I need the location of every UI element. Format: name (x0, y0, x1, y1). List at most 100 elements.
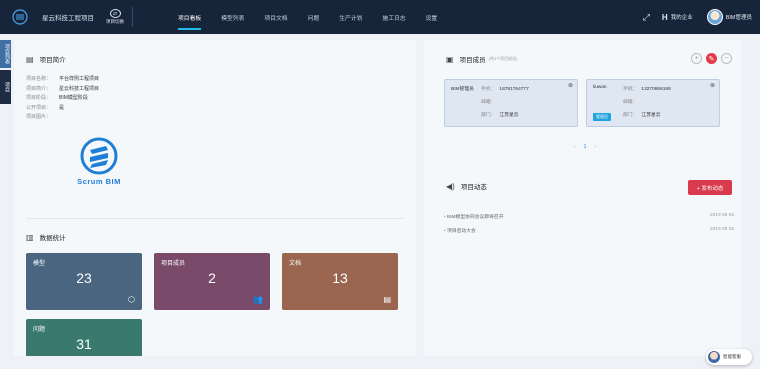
field-key: 部门： (481, 113, 496, 118)
field-value: 江苏星云 (641, 113, 661, 118)
bar-chart-icon: ▥ (26, 232, 34, 242)
side-tabs: 项目列表 项目 (0, 40, 11, 104)
left-panel: ▤ 项目简介 项目名称： 平台样例工程项目 项目简介： 星云科技工程项目 项目阶段：… (14, 40, 416, 356)
remove-member-button[interactable]: − (721, 53, 732, 64)
info-row: 项目阶段： BIM模型阶段 (26, 93, 99, 103)
info-row: 项目简介： 星云科技工程项目 (26, 84, 99, 94)
divider (26, 218, 404, 219)
next-page-icon[interactable]: › (594, 144, 596, 150)
brand-name: Scrum BIM (77, 177, 121, 186)
nav-settings[interactable]: 设置 (416, 0, 448, 34)
customer-service-button[interactable]: 智能客服 (706, 349, 752, 365)
field-key: 邮箱： (623, 100, 638, 105)
stats-header: ▥ 数据统计 (26, 232, 66, 243)
edit-member-button[interactable]: ✎ (706, 53, 717, 64)
scrum-bim-logo-icon (80, 137, 118, 175)
news-title: 项目动态 (460, 184, 487, 191)
app-logo[interactable] (6, 3, 34, 31)
intro-header: ▤ 项目简介 (26, 54, 66, 65)
info-value: BIM模型阶段 (59, 95, 88, 102)
stat-value: 31 (76, 336, 92, 352)
prev-page-icon[interactable]: ‹ (574, 144, 576, 150)
user-menu[interactable]: BIM管理员 (706, 9, 752, 25)
nav-issues[interactable]: 问题 (298, 0, 330, 34)
users-icon: 👥 (253, 295, 263, 304)
member-email: 邮箱： (623, 98, 641, 105)
nav-documents[interactable]: 项目文档 (254, 0, 297, 34)
stat-label: 项目成员 (161, 261, 186, 267)
helper-label: 智能客服 (723, 354, 741, 359)
stats-title: 数据统计 (39, 235, 66, 242)
field-value: 18781764777 (499, 87, 529, 92)
stat-label: 文档 (289, 261, 302, 267)
members-title: 项目成员 (459, 57, 486, 64)
info-key: 公开项目： (26, 104, 52, 111)
stat-card-members[interactable]: 项目成员 2 👥 (154, 253, 270, 310)
side-tab-project[interactable]: 项目 (0, 70, 11, 104)
member-phone: 手机： 18781764777 (481, 85, 529, 92)
nav-models[interactable]: 模型列表 (211, 0, 254, 34)
divider (132, 7, 133, 27)
info-row: 项目名称： 平台样例工程项目 (26, 74, 99, 84)
member-dept: 部门： 江苏星云 (623, 111, 661, 118)
info-key: 项目名称： (26, 76, 52, 83)
switch-icon: ⇄ (109, 9, 121, 18)
contact-card-icon: ▣ (446, 54, 454, 64)
info-value: 平台样例工程项目 (59, 76, 100, 83)
speaker-icon: ◀) (446, 181, 455, 191)
close-icon[interactable]: ⊗ (710, 82, 715, 89)
field-key: 邮箱： (481, 100, 496, 105)
stat-label: 问题 (33, 327, 46, 333)
member-controls: + ✎ − (687, 53, 732, 64)
info-key: 项目简介： (26, 85, 52, 92)
nav-construction-log[interactable]: 施工日志 (372, 0, 415, 34)
info-value: 星云科技工程项目 (59, 85, 100, 92)
info-value: 是 (59, 104, 65, 111)
stat-card-documents[interactable]: 文档 13 ▤ (282, 253, 398, 310)
close-icon[interactable]: ⊗ (568, 82, 573, 89)
switch-label: 项目切换 (106, 19, 124, 24)
project-switch-button[interactable]: ⇄ 项目切换 (106, 9, 124, 25)
field-value: 13270866188 (641, 87, 671, 92)
page-number[interactable]: 1 (584, 144, 587, 150)
member-phone: 手机： 13270866188 (623, 85, 671, 92)
stat-card-issues[interactable]: 问题 31 (26, 319, 142, 356)
avatar (706, 9, 723, 25)
company-label: 我的企业 (670, 15, 693, 21)
admin-badge: 管理员 (593, 113, 611, 121)
news-item: BIM模型协同会议即将召开 2019 05 05 (444, 213, 734, 220)
top-right-area: ⤢ H 我的企业 BIM管理员 (643, 0, 752, 34)
stat-value: 13 (332, 270, 348, 286)
members-header: ▣ 项目成员 (共3个项目成员) (446, 54, 518, 65)
news-item: 项目启动大会 2019 05 05 (444, 227, 734, 234)
stat-value: 23 (76, 270, 92, 286)
news-title-link[interactable]: BIM模型协同会议即将召开 (444, 213, 504, 220)
assistant-avatar (708, 351, 720, 363)
publish-news-button[interactable]: + 发布动态 (688, 180, 732, 195)
my-company-button[interactable]: H 我的企业 (662, 13, 693, 22)
member-card[interactable]: ⊗ liuwan 手机： 13270866188 邮箱： 部门： 江苏星云 管理员 (586, 79, 720, 127)
members-hint: (共3个项目成员) (488, 56, 518, 61)
member-email: 邮箱： (481, 98, 499, 105)
member-card[interactable]: ⊗ BIM管理员 手机： 18781764777 邮箱： 部门： 江苏星云 (444, 79, 578, 127)
add-member-button[interactable]: + (691, 53, 702, 64)
stat-label: 模型 (33, 261, 46, 267)
fullscreen-icon[interactable]: ⤢ (643, 12, 650, 23)
nav-dashboard[interactable]: 项目看板 (168, 0, 211, 34)
member-name: liuwan (593, 85, 607, 90)
member-pager: ‹ 1 › (570, 144, 600, 150)
field-key: 部门： (623, 113, 638, 118)
user-name: BIM管理员 (725, 15, 752, 21)
right-panel: ▣ 项目成员 (共3个项目成员) + ✎ − ⊗ BIM管理员 手机： 18781… (424, 40, 742, 356)
news-header: ◀) 项目动态 (446, 181, 487, 192)
stat-card-models[interactable]: 模型 23 ⬡ (26, 253, 142, 310)
info-row: 公开项目： 是 (26, 103, 99, 113)
news-title-link[interactable]: 项目启动大会 (444, 227, 476, 234)
side-tab-project-list[interactable]: 项目列表 (0, 40, 11, 68)
info-key: 项目阶段： (26, 95, 52, 102)
field-value: 江苏星云 (499, 113, 519, 118)
nav-production-plan[interactable]: 生产计划 (329, 0, 372, 34)
building-icon: H (661, 12, 668, 22)
news-date: 2019 05 05 (709, 227, 734, 232)
field-key: 手机： (623, 87, 638, 92)
